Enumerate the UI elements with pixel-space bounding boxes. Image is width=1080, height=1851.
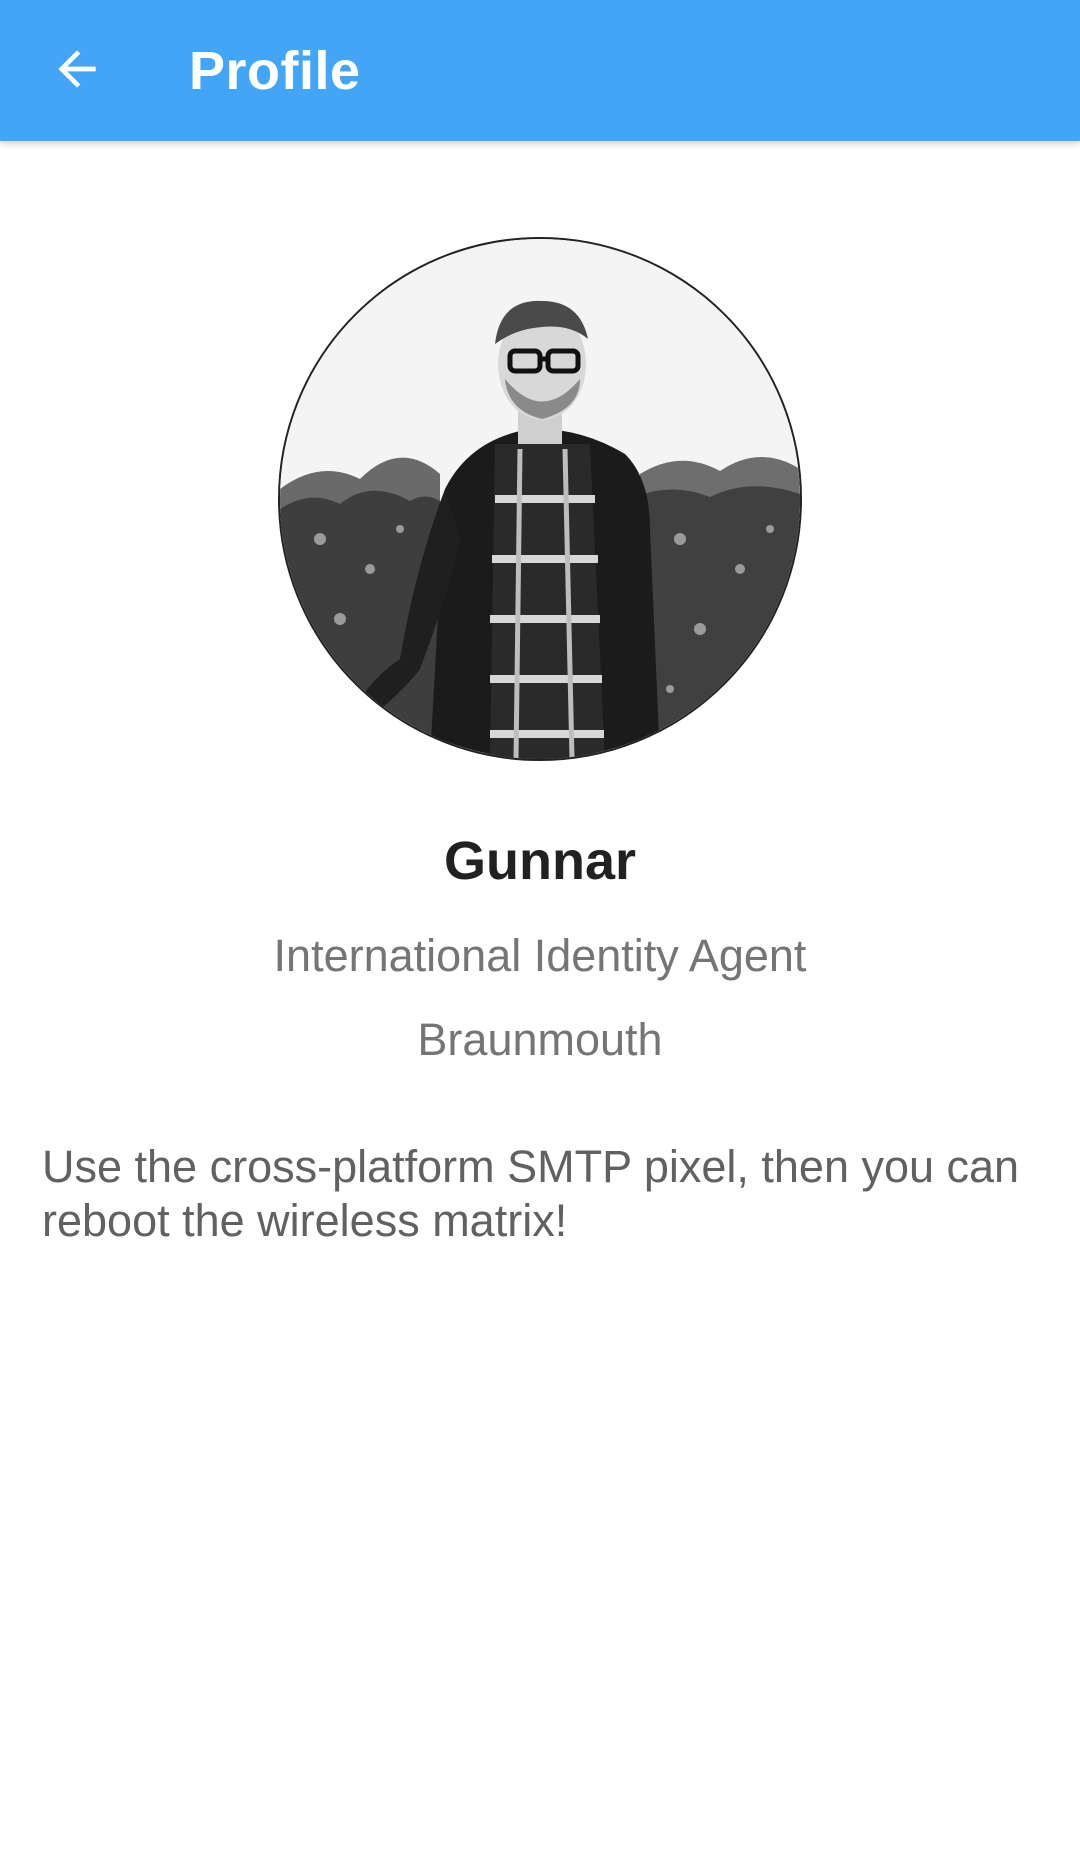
profile-job-title: International Identity Agent — [273, 930, 807, 981]
profile-name: Gunnar — [443, 831, 636, 891]
avatar-photo-icon — [280, 239, 800, 759]
page-title: Profile — [189, 40, 361, 101]
profile-location: Braunmouth — [417, 1014, 663, 1065]
arrow-back-icon — [49, 41, 105, 101]
profile-bio: Use the cross-platform SMTP pixel, then … — [42, 1141, 1020, 1246]
back-button[interactable] — [32, 26, 122, 116]
app-bar: Profile — [0, 0, 1080, 141]
avatar — [278, 237, 802, 761]
